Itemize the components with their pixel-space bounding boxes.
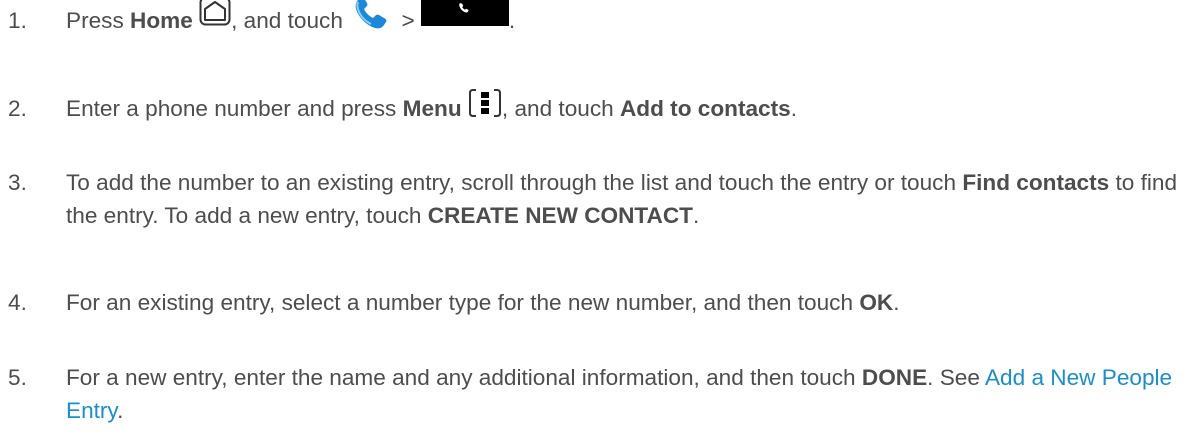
find-contacts-label: Find contacts: [962, 170, 1110, 195]
step-number: 5.: [8, 365, 27, 390]
instruction-list: 1. Press Home , and touch > . 2. Enter a…: [0, 0, 1204, 441]
menu-key-label: Menu: [402, 96, 462, 121]
step-text: For an existing entry, select a number t…: [66, 290, 900, 315]
step-text: For a new entry, enter the name and any …: [66, 365, 1173, 423]
dial-call-button-icon: [420, 0, 509, 35]
step-number: 4.: [8, 290, 27, 315]
create-new-contact-label: CREATE NEW CONTACT: [427, 203, 693, 228]
ok-label: OK: [859, 290, 894, 315]
step-2: 2. Enter a phone number and press Menu ,…: [8, 88, 1198, 127]
step-1: 1. Press Home , and touch > .: [8, 0, 1198, 39]
add-to-contacts-label: Add to contacts: [619, 96, 791, 121]
done-label: DONE: [861, 365, 928, 390]
step-number: 3.: [8, 170, 27, 195]
home-key-label: Home: [130, 8, 193, 33]
step-text: To add the number to an existing entry, …: [66, 170, 1178, 228]
step-text: Enter a phone number and press Menu , an…: [66, 88, 1198, 127]
step-3: 3. To add the number to an existing entr…: [8, 166, 1198, 232]
step-5: 5. For a new entry, enter the name and a…: [8, 361, 1198, 427]
phone-icon: [353, 0, 389, 39]
menu-button-icon: [468, 88, 502, 127]
step-number: 2.: [8, 96, 27, 121]
step-number: 1.: [8, 8, 27, 33]
step-4: 4. For an existing entry, select a numbe…: [8, 286, 1198, 319]
home-button-icon: [199, 0, 231, 35]
step-text: Press Home , and touch > .: [66, 0, 1198, 39]
